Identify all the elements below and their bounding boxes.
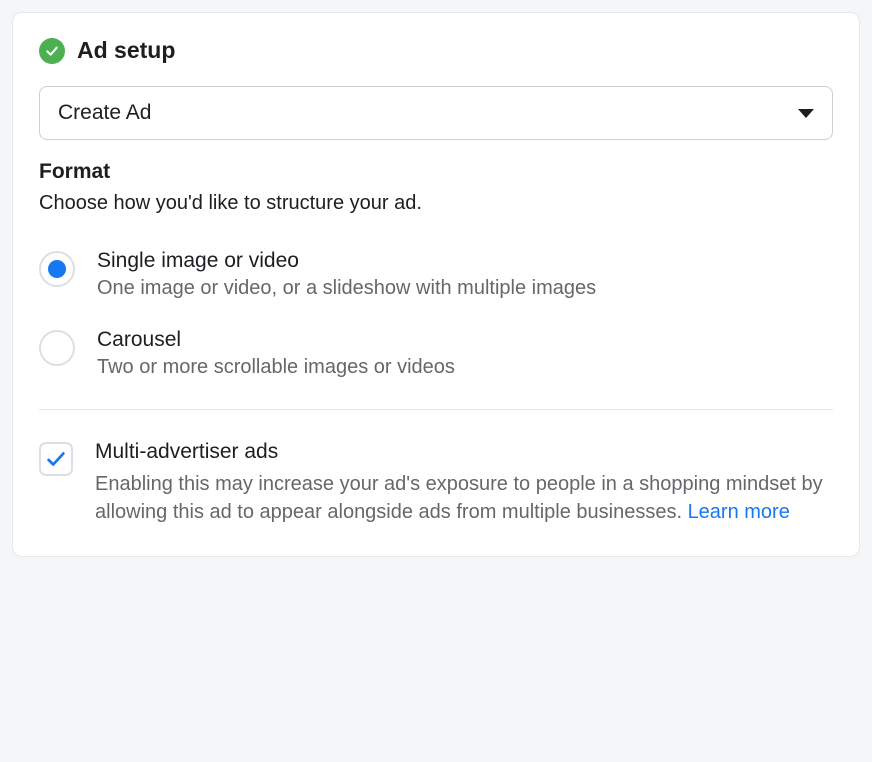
- ad-setup-card: Ad setup Create Ad Format Choose how you…: [12, 12, 860, 557]
- multi-advertiser-label: Multi-advertiser ads: [95, 440, 833, 464]
- page-title: Ad setup: [77, 37, 175, 64]
- learn-more-link[interactable]: Learn more: [688, 501, 790, 523]
- radio-description: Two or more scrollable images or videos: [97, 356, 455, 379]
- multi-advertiser-checkbox[interactable]: [39, 442, 73, 476]
- radio-carousel[interactable]: Carousel Two or more scrollable images o…: [39, 328, 833, 379]
- multi-advertiser-row: Multi-advertiser ads Enabling this may i…: [39, 440, 833, 526]
- create-ad-dropdown[interactable]: Create Ad: [39, 86, 833, 140]
- radio-text: Single image or video One image or video…: [97, 249, 596, 300]
- ad-setup-header: Ad setup: [39, 37, 833, 64]
- format-heading: Format: [39, 160, 833, 184]
- radio-text: Carousel Two or more scrollable images o…: [97, 328, 455, 379]
- check-icon: [45, 448, 67, 470]
- check-circle-icon: [39, 38, 65, 64]
- checkbox-text: Multi-advertiser ads Enabling this may i…: [95, 440, 833, 526]
- format-subtext: Choose how you'd like to structure your …: [39, 192, 833, 215]
- radio-single-image-video[interactable]: Single image or video One image or video…: [39, 249, 833, 300]
- caret-down-icon: [798, 109, 814, 118]
- multi-advertiser-description: Enabling this may increase your ad's exp…: [95, 470, 833, 526]
- dropdown-selected-label: Create Ad: [58, 101, 151, 125]
- radio-indicator: [39, 251, 75, 287]
- radio-description: One image or video, or a slideshow with …: [97, 277, 596, 300]
- radio-label: Single image or video: [97, 249, 596, 273]
- radio-selected-dot-icon: [48, 260, 66, 278]
- radio-label: Carousel: [97, 328, 455, 352]
- format-radio-group: Single image or video One image or video…: [39, 249, 833, 410]
- radio-indicator: [39, 330, 75, 366]
